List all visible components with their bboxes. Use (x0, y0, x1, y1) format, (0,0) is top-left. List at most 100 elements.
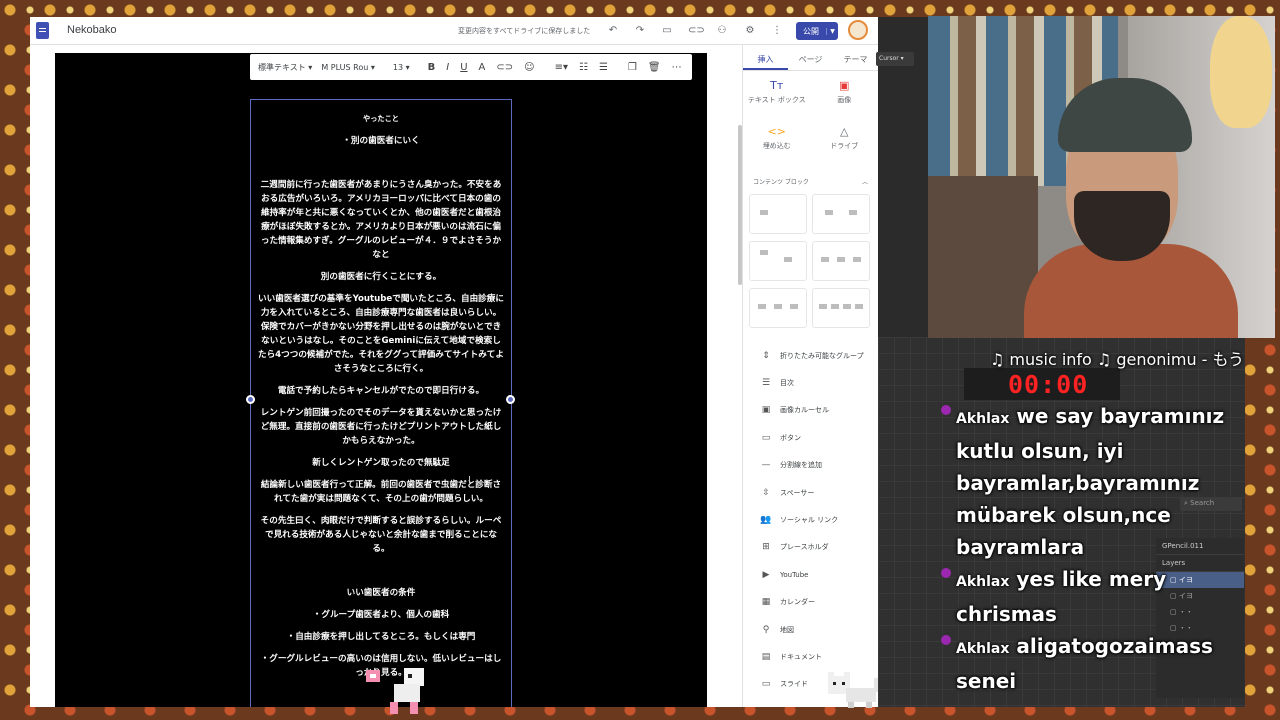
component-label: ドキュメント (780, 652, 822, 661)
layout-block[interactable] (812, 194, 870, 234)
component-button[interactable]: ▭ ボタン (743, 424, 878, 451)
panel-tabs: 挿入 ページ テーマ (743, 45, 878, 71)
component-image-carousel[interactable]: ▣ 画像カルーセル (743, 397, 878, 424)
chevron-up-icon[interactable]: ︿ (862, 177, 868, 186)
gear-icon[interactable]: ⚙ (743, 24, 757, 38)
paragraph-style-select[interactable]: 標準テキスト ▾ (258, 62, 312, 73)
tab-pages[interactable]: ページ (788, 45, 833, 70)
content-blocks-grid (743, 186, 878, 328)
publish-button[interactable]: 公開 ▼ (796, 22, 838, 40)
text-cursor-icon: I (468, 475, 471, 486)
more-vertical-icon[interactable]: ⋮ (770, 24, 784, 38)
user-badge-icon (941, 405, 951, 415)
copy-icon[interactable]: ❐ (628, 62, 637, 73)
numbered-list-icon[interactable]: ☷ (579, 62, 588, 73)
bulleted-list-icon[interactable]: ☰ (599, 62, 608, 73)
bold-icon[interactable]: B (428, 62, 436, 73)
button-icon: ▭ (761, 432, 771, 443)
component-social-links[interactable]: 👥 ソーシャル リンク (743, 506, 878, 533)
section-label: やったこと (363, 114, 399, 123)
preview-device-icon[interactable]: ▭ (660, 24, 674, 38)
component-map[interactable]: ⚲ 地図 (743, 616, 878, 643)
insert-item-label: 埋め込む (762, 142, 791, 150)
font-size-select[interactable]: 13 ▾ (393, 63, 410, 72)
component-divider[interactable]: — 分割線を追加 (743, 452, 878, 479)
paragraph: その先生曰く、肉眼だけで判断すると誤診するらしい。ルーペで見れる技術がある人じゃ… (260, 516, 502, 554)
resize-handle-right[interactable] (506, 395, 515, 404)
undo-icon[interactable]: ↶ (606, 24, 620, 38)
component-docs[interactable]: ▤ ドキュメント (743, 643, 878, 670)
components-list: ⇕ 折りたたみ可能なグループ ☰ 目次 ▣ 画像カルーセル ▭ ボタン — 分割線を追加 … (743, 328, 878, 698)
chat-overlay: Akhlax we say bayramınız kutlu olsun, iy… (940, 400, 1240, 697)
content-blocks-label: コンテンツ ブロック (753, 179, 809, 186)
component-toc[interactable]: ☰ 目次 (743, 369, 878, 396)
layout-block[interactable] (749, 241, 807, 281)
tab-themes[interactable]: テーマ (833, 45, 878, 70)
insert-drive[interactable]: △ ドライブ (811, 123, 879, 169)
italic-icon[interactable]: I (446, 62, 449, 73)
tab-insert[interactable]: 挿入 (743, 45, 788, 70)
link-icon[interactable]: ⊂⊃ (688, 24, 705, 38)
layout-block[interactable] (812, 288, 870, 328)
trash-icon[interactable]: 🗑 (648, 62, 661, 73)
insert-item-label: 画像 (837, 96, 852, 104)
resize-handle-left[interactable] (246, 395, 255, 404)
insert-text-box[interactable]: Tт テキスト ボックス (743, 77, 811, 123)
chat-username: Akhlax (956, 641, 1010, 657)
image-icon: ▣ (839, 79, 850, 92)
chevron-down-icon[interactable]: ▼ (826, 27, 838, 35)
sites-editor-window: Nekobako 変更内容をすべてドライブに保存しました ↶ ↷ ▭ ⊂⊃ ⚇ … (30, 17, 878, 707)
content-blocks-header[interactable]: コンテンツ ブロック ︿ (743, 169, 878, 186)
webcam-feed (928, 16, 1275, 338)
link-icon[interactable]: ⊂⊃ (496, 62, 513, 73)
insert-image[interactable]: ▣ 画像 (811, 77, 879, 123)
chat-message: Akhlax we say bayramınız kutlu olsun, iy… (940, 400, 1240, 563)
share-user-icon[interactable]: ⚇ (715, 24, 729, 38)
embed-icon: <> (767, 125, 786, 138)
redo-icon[interactable]: ↷ (633, 24, 647, 38)
component-youtube[interactable]: ▶ YouTube (743, 561, 878, 588)
top-bar: Nekobako 変更内容をすべてドライブに保存しました ↶ ↷ ▭ ⊂⊃ ⚇ … (30, 17, 878, 45)
cursor-label: Cursor (879, 55, 899, 62)
component-label: スライド (780, 680, 808, 689)
component-label: プレースホルダ (780, 543, 829, 552)
chat-message: Akhlax yes like mery chrismas (940, 563, 1240, 630)
chat-username: Akhlax (956, 411, 1010, 427)
insert-embed[interactable]: <> 埋め込む (743, 123, 811, 169)
publish-label: 公開 (803, 26, 819, 36)
user-badge-icon (941, 635, 951, 645)
component-label: ボタン (780, 433, 801, 442)
carousel-icon: ▣ (761, 405, 771, 416)
component-label: カレンダー (780, 598, 815, 607)
youtube-icon: ▶ (762, 569, 770, 580)
font-size-label: 13 (392, 62, 404, 72)
chat-message: Akhlax aligatogozaimass senei (940, 630, 1240, 697)
layout-block[interactable] (749, 194, 807, 234)
avatar[interactable] (848, 20, 868, 40)
layout-block[interactable] (812, 241, 870, 281)
align-center-icon[interactable]: ≡▾ (555, 62, 568, 73)
component-calendar[interactable]: ▦ カレンダー (743, 589, 878, 616)
toc-icon: ☰ (761, 378, 771, 389)
emoji-icon[interactable]: ☺ (524, 62, 534, 73)
paragraph: 新しくレントゲン取ったので無駄足 (312, 458, 450, 468)
sites-logo-icon[interactable] (36, 22, 49, 39)
spacer-icon: ⇳ (762, 487, 770, 498)
paragraph: いい歯医者選びの基準をYoutubeで聞いたところ、自由診療に力を入れているとこ… (257, 294, 504, 374)
insert-panel: 挿入 ページ テーマ Tт テキスト ボックス ▣ 画像 <> 埋め込む △ ド… (742, 45, 878, 707)
text-box[interactable]: やったこと ・別の歯医者にいく 二週間前に行った歯医者があまりにうさん臭かった。… (250, 99, 512, 707)
list-item: ・自由診療を押し出してるところ。もしくは専門 (286, 632, 476, 642)
layout-block[interactable] (749, 288, 807, 328)
cursor-dropdown[interactable]: Cursor ▾ (876, 52, 914, 66)
site-title[interactable]: Nekobako (67, 24, 117, 36)
component-spacer[interactable]: ⇳ スペーサー (743, 479, 878, 506)
component-placeholder[interactable]: ⊞ プレースホルダ (743, 534, 878, 561)
text-color-icon[interactable]: A (479, 62, 486, 73)
component-label: 画像カルーセル (780, 406, 829, 415)
underline-icon[interactable]: U (460, 62, 467, 73)
component-collapsible-group[interactable]: ⇕ 折りたたみ可能なグループ (743, 342, 878, 369)
slides-icon: ▭ (761, 679, 771, 690)
paragraph: 二週間前に行った歯医者があまりにうさん臭かった。不安をあおる広告がいろいろ。アメ… (260, 180, 502, 260)
more-horizontal-icon[interactable]: ⋯ (672, 62, 682, 73)
font-select[interactable]: M PLUS Rou ▾ (321, 63, 375, 72)
